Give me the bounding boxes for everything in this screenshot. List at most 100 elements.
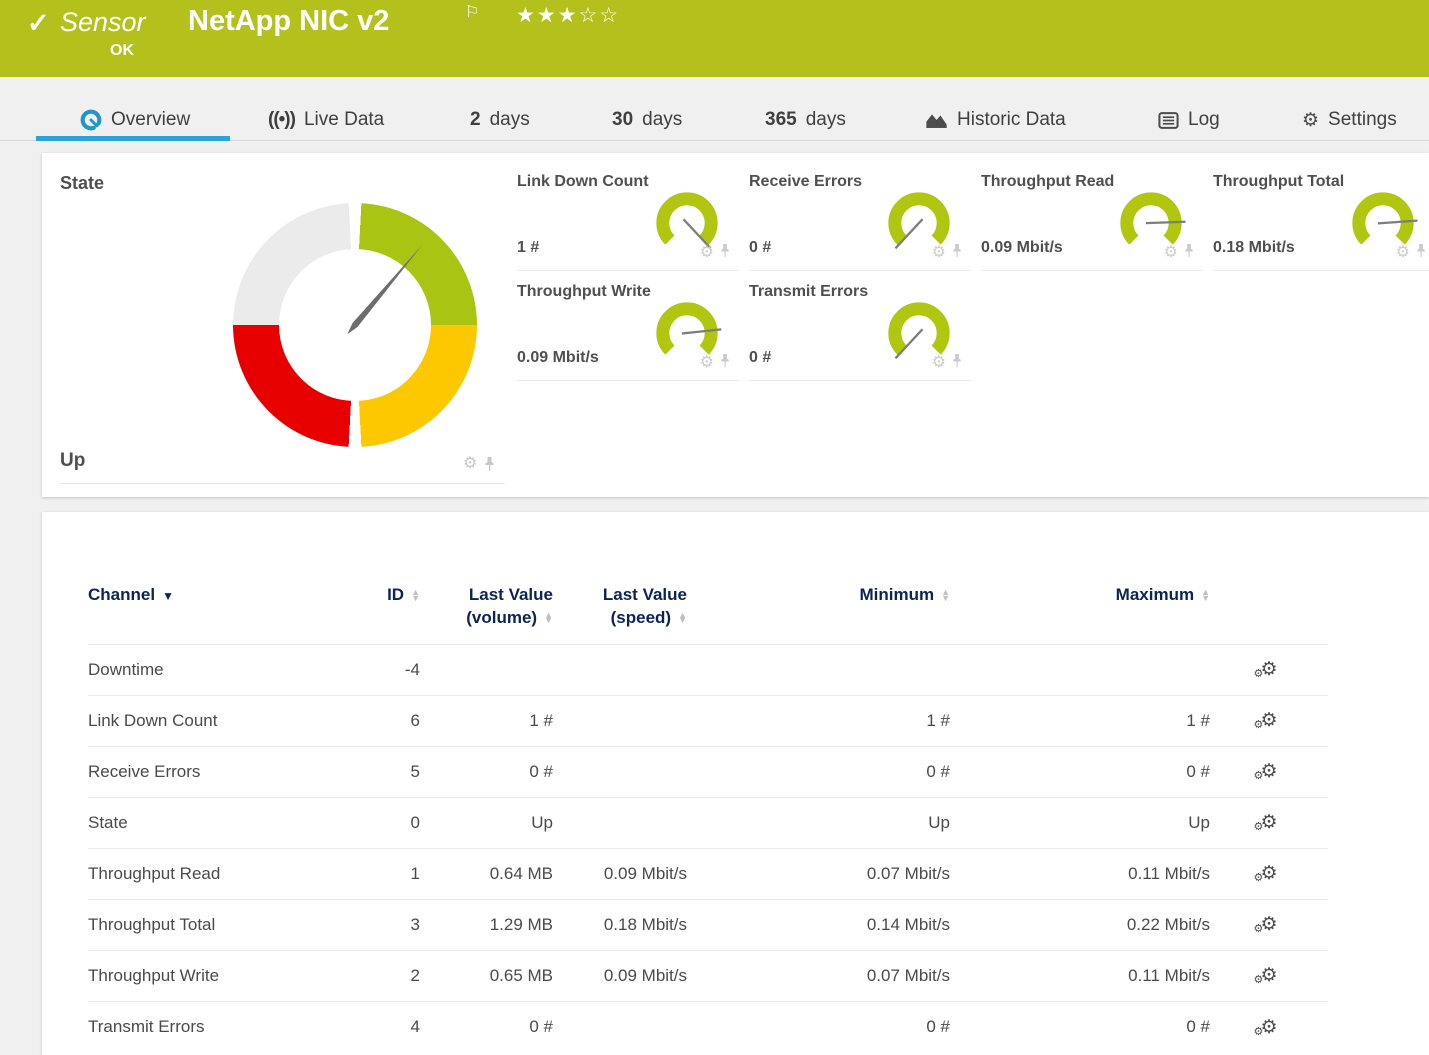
column-header-channel[interactable]: Channel▼ (88, 512, 338, 644)
gauge-pin-icon[interactable] (951, 243, 963, 263)
state-gear-icon[interactable]: ⚙ (463, 456, 477, 472)
state-gauge[interactable] (233, 203, 477, 447)
channel-settings-gears-icon[interactable]: ⚙⚙ (1260, 913, 1277, 936)
cell-maximum: Up (950, 797, 1210, 848)
sensor-header: ✓ Sensor NetApp NIC v2 ⚐ ★★★☆☆ OK (0, 0, 1429, 77)
column-header-speed[interactable]: Last Value(speed)▲▼ (553, 512, 687, 644)
flag-icon[interactable]: ⚐ (465, 2, 479, 22)
cell-last-value-speed: 0.18 Mbit/s (553, 899, 687, 950)
cell-maximum: 0 # (950, 1001, 1210, 1052)
cell-channel: Throughput Write (88, 950, 338, 1001)
sort-icon[interactable]: ▲▼ (411, 590, 420, 601)
gauge-pin-icon[interactable] (719, 243, 731, 263)
gauge-value: 0.09 Mbit/s (981, 239, 1063, 257)
column-header-vol[interactable]: Last Value(volume)▲▼ (420, 512, 553, 644)
channel-settings-gears-icon[interactable]: ⚙⚙ (1260, 964, 1277, 987)
gauge-pin-icon[interactable] (951, 353, 963, 373)
sort-icon[interactable]: ▲▼ (678, 613, 687, 624)
cell-last-value-volume: 0 # (420, 1001, 553, 1052)
mini-gauge-receive-errors[interactable]: Receive Errors0 #⚙ (749, 173, 971, 269)
mini-gauge-throughput-read[interactable]: Throughput Read0.09 Mbit/s⚙ (981, 173, 1203, 269)
cell-last-value-volume: Up (420, 797, 553, 848)
tab-days-2[interactable]: 2days (470, 105, 530, 135)
cell-channel: Downtime (88, 644, 338, 695)
sort-icon[interactable]: ▲▼ (1201, 590, 1210, 601)
mini-gauge-throughput-total[interactable]: Throughput Total0.18 Mbit/s⚙ (1213, 173, 1429, 269)
table-row-receive-errors: Receive Errors50 #0 #0 #⚙⚙ (88, 746, 1328, 797)
gauge-label: Transmit Errors (749, 283, 868, 301)
table-row-throughput-write: Throughput Write20.65 MB0.09 Mbit/s0.07 … (88, 950, 1328, 1001)
cell-maximum: 0.11 Mbit/s (950, 848, 1210, 899)
tab-log[interactable]: Log (1158, 105, 1220, 135)
cell-minimum (687, 644, 950, 695)
channel-settings-gears-icon[interactable]: ⚙⚙ (1260, 811, 1277, 834)
cell-channel: Throughput Read (88, 848, 338, 899)
cell-channel: State (88, 797, 338, 848)
sort-icon[interactable]: ▲▼ (544, 613, 553, 624)
area-chart-icon (925, 111, 948, 129)
broadcast-icon: ((•)) (268, 109, 295, 131)
cell-maximum: 0.22 Mbit/s (950, 899, 1210, 950)
mini-gauge-transmit-errors[interactable]: Transmit Errors 0 # ⚙ (749, 283, 971, 379)
cell-last-value-volume: 0.65 MB (420, 950, 553, 1001)
mini-gauge-throughput-write[interactable]: Throughput Write0.09 Mbit/s⚙ (517, 283, 739, 379)
cell-last-value-speed (553, 797, 687, 848)
tab-days-365[interactable]: 365days (765, 105, 846, 135)
cell-last-value-volume: 1 # (420, 695, 553, 746)
sensor-title: NetApp NIC v2 (188, 5, 389, 38)
log-icon (1158, 112, 1179, 129)
gauge-gear-icon[interactable]: ⚙ (1164, 245, 1178, 261)
cell-last-value-speed (553, 644, 687, 695)
cell-channel: Transmit Errors (88, 1001, 338, 1052)
cell-minimum: 0 # (687, 1001, 950, 1052)
gauge-value: 0.09 Mbit/s (517, 349, 599, 367)
state-pin-icon[interactable] (483, 456, 496, 472)
gauge-value: 1 # (517, 239, 539, 257)
column-header-min[interactable]: Minimum▲▼ (687, 512, 950, 644)
table-row-throughput-total: Throughput Total31.29 MB0.18 Mbit/s0.14 … (88, 899, 1328, 950)
channel-settings-gears-icon[interactable]: ⚙⚙ (1260, 862, 1277, 885)
channel-settings-gears-icon[interactable]: ⚙⚙ (1260, 760, 1277, 783)
gauge-gear-icon[interactable]: ⚙ (700, 355, 714, 371)
channel-settings-gears-icon[interactable]: ⚙⚙ (1260, 1016, 1277, 1039)
priority-stars[interactable]: ★★★☆☆ (516, 3, 620, 28)
cell-minimum: Up (687, 797, 950, 848)
gauge-gear-icon[interactable]: ⚙ (932, 245, 946, 261)
gauge-gear-icon[interactable]: ⚙ (1396, 245, 1410, 261)
cell-maximum: 1 # (950, 695, 1210, 746)
tab-historic-data[interactable]: Historic Data (925, 105, 1066, 135)
tab-live-data[interactable]: ((•))Live Data (268, 105, 384, 135)
gauge-label: Link Down Count (517, 173, 649, 191)
divider (749, 270, 971, 271)
cell-id: 6 (338, 695, 420, 746)
gauge-pin-icon[interactable] (1183, 243, 1195, 263)
cell-last-value-volume: 0.64 MB (420, 848, 553, 899)
gauge-pin-icon[interactable] (1415, 243, 1427, 263)
tab-settings[interactable]: ⚙Settings (1302, 105, 1397, 135)
channel-settings-gears-icon[interactable]: ⚙⚙ (1260, 658, 1277, 681)
tab-bar: Overview ((•))Live Data 2days 30days 365days… (0, 77, 1429, 148)
gauge-pin-icon[interactable] (719, 353, 731, 373)
gauge-value: 0 # (749, 239, 771, 257)
cell-minimum: 1 # (687, 695, 950, 746)
gauge-gear-icon[interactable]: ⚙ (700, 245, 714, 261)
gauge-gear-icon[interactable]: ⚙ (932, 355, 946, 371)
tab-days-30[interactable]: 30days (612, 105, 682, 135)
status-badge: OK (110, 42, 134, 60)
cell-id: 4 (338, 1001, 420, 1052)
column-header-max[interactable]: Maximum▲▼ (950, 512, 1210, 644)
cell-id: 2 (338, 950, 420, 1001)
cell-last-value-speed (553, 746, 687, 797)
sort-desc-icon[interactable]: ▼ (162, 589, 174, 603)
mini-gauge-link-down-count[interactable]: Link Down Count 1 # ⚙ (517, 173, 739, 269)
sort-icon[interactable]: ▲▼ (941, 590, 950, 601)
cell-last-value-volume: 1.29 MB (420, 899, 553, 950)
table-row-throughput-read: Throughput Read10.64 MB0.09 Mbit/s0.07 M… (88, 848, 1328, 899)
cell-minimum: 0.14 Mbit/s (687, 899, 950, 950)
column-header-id[interactable]: ID▲▼ (338, 512, 420, 644)
tab-overview[interactable]: Overview (80, 105, 190, 135)
gauge-value: 0 # (749, 349, 771, 367)
channel-settings-gears-icon[interactable]: ⚙⚙ (1260, 709, 1277, 732)
channel-table-card: Channel▼ID▲▼Last Value(volume)▲▼Last Val… (42, 512, 1429, 1055)
cell-channel: Receive Errors (88, 746, 338, 797)
